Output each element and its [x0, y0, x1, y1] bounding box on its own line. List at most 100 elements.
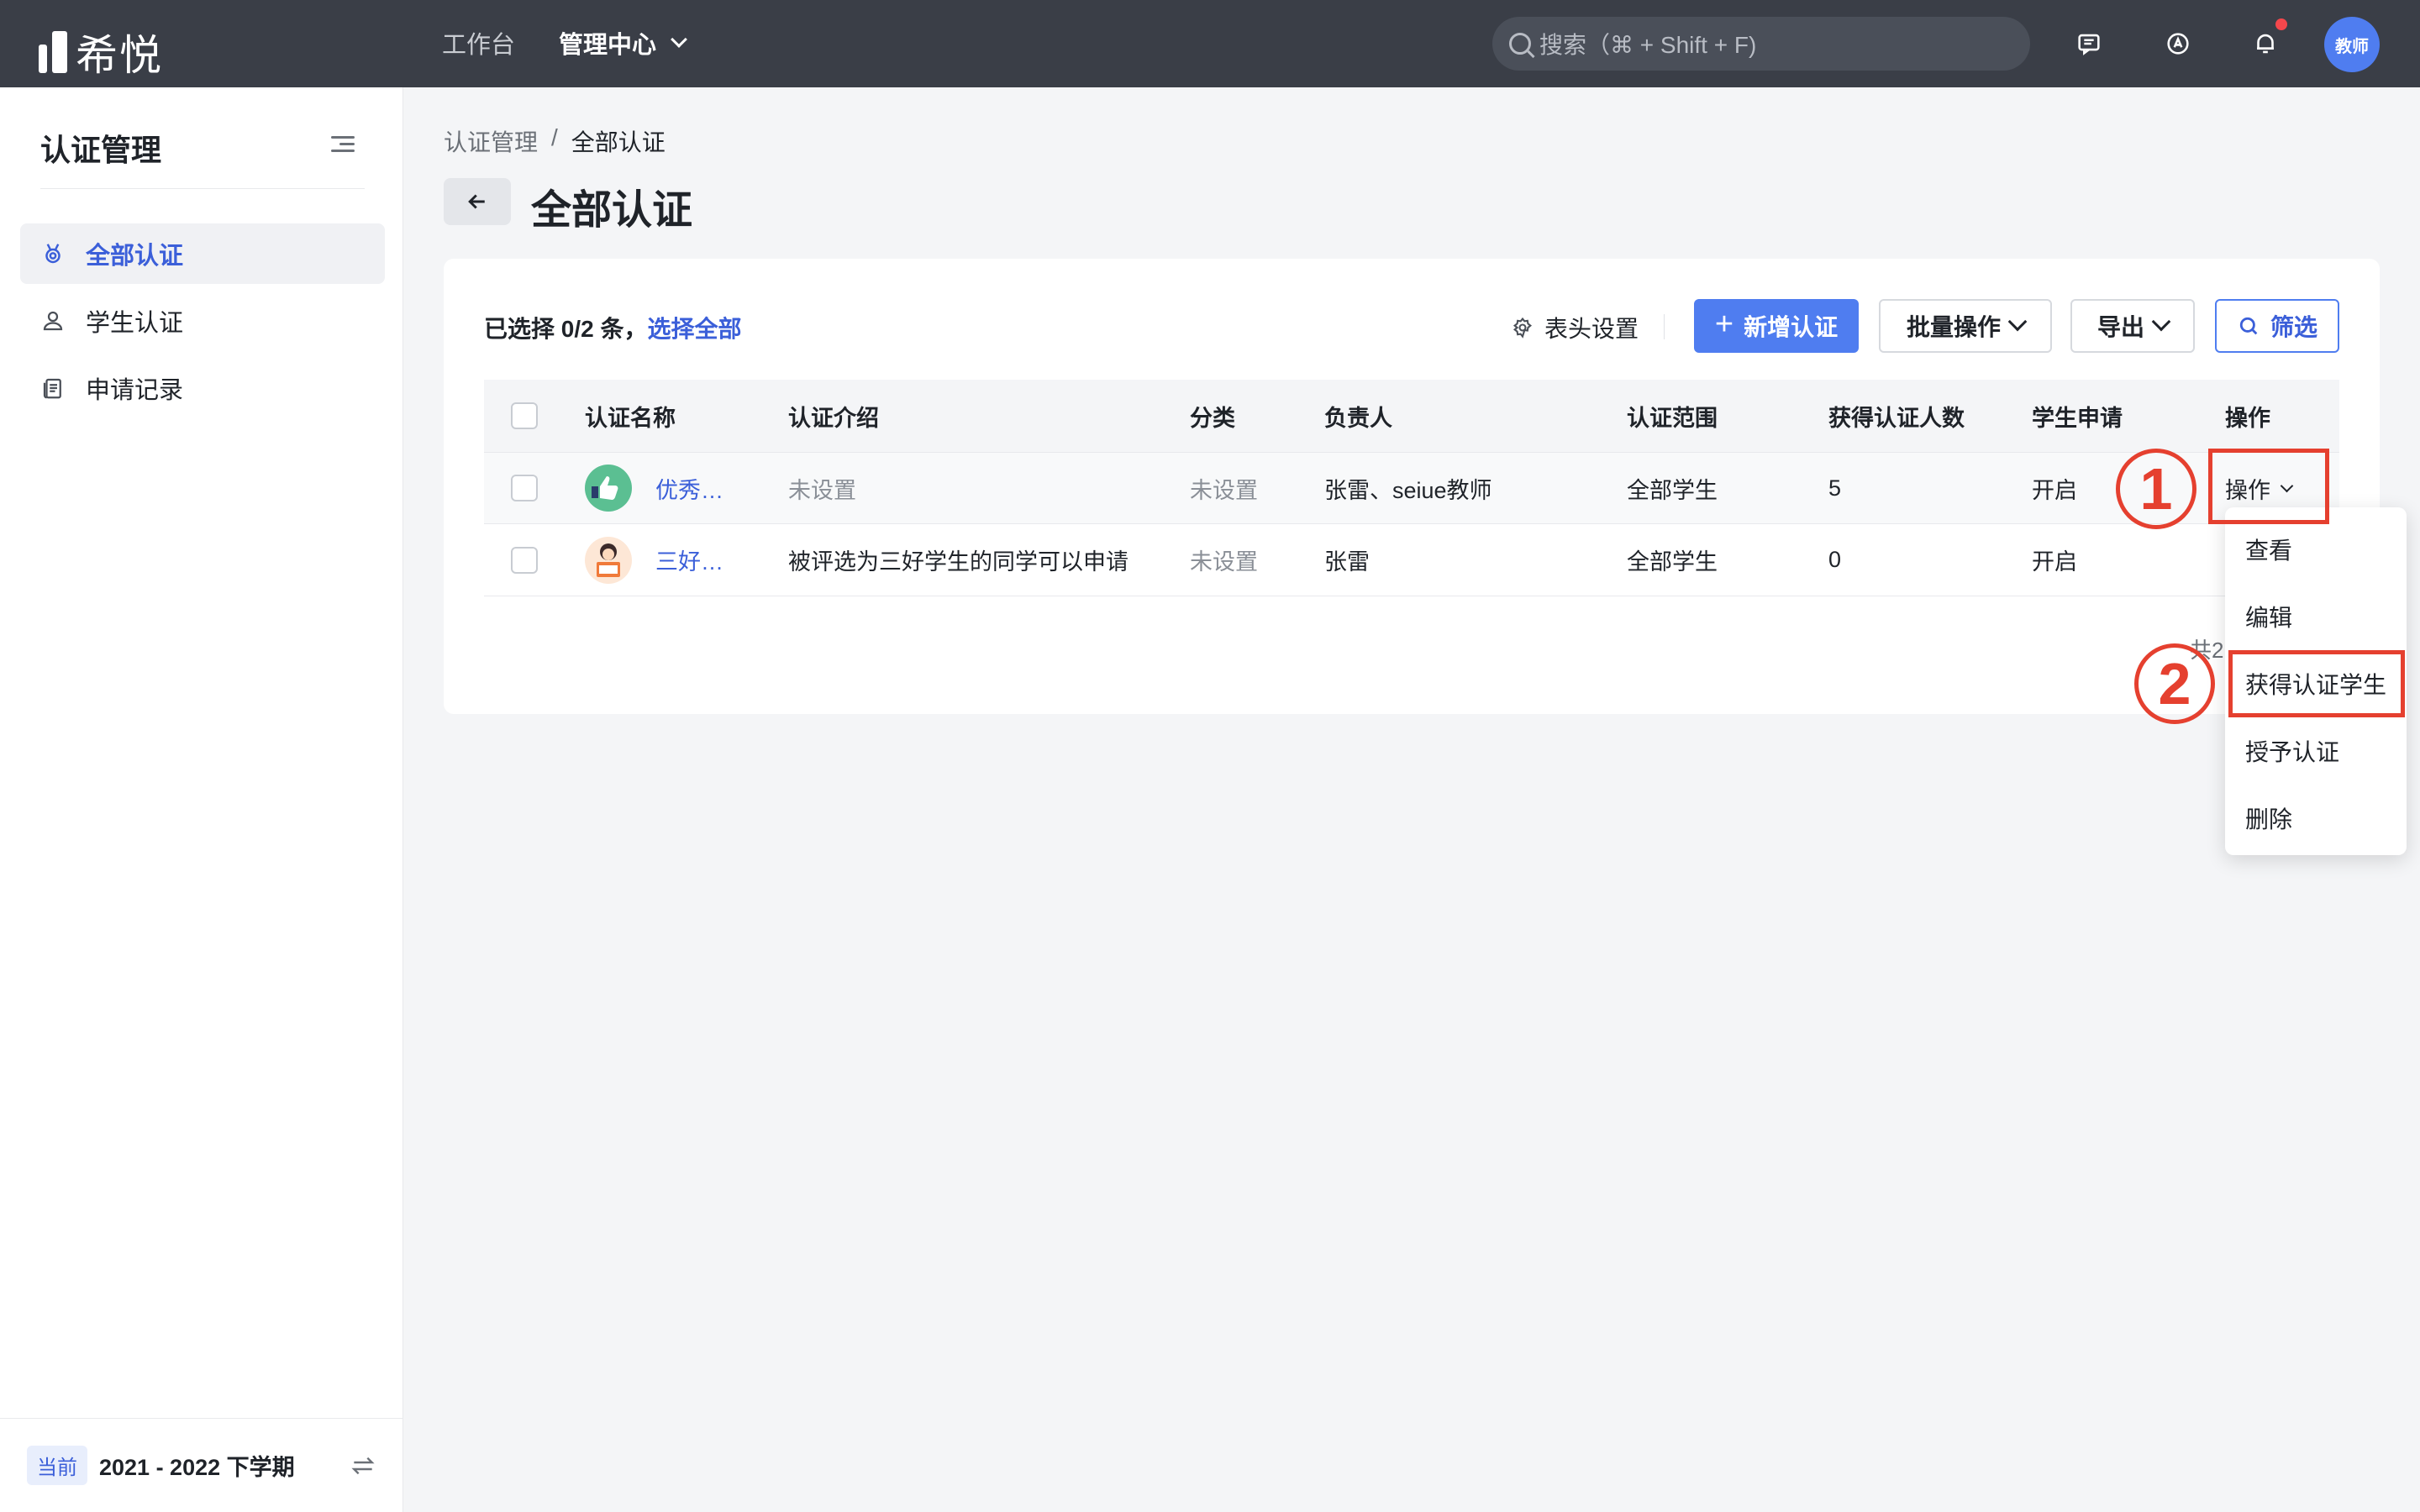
- bell-icon[interactable]: [2245, 18, 2287, 64]
- col-header-operation: 操作: [2225, 405, 2270, 431]
- cert-apply-status: 开启: [2032, 477, 2077, 503]
- user-icon: [43, 311, 63, 331]
- student-badge-icon: [585, 536, 632, 584]
- cert-count: 0: [1828, 547, 1842, 572]
- menu-item-edit[interactable]: 编辑: [2245, 600, 2292, 633]
- cert-owner: 张雷: [1324, 549, 1370, 575]
- cert-intro: 未设置: [788, 477, 856, 503]
- selection-info: 已选择 0/2 条，选择全部: [484, 311, 742, 344]
- medal-icon: [45, 244, 60, 264]
- cert-scope: 全部学生: [1627, 549, 1718, 575]
- switch-icon[interactable]: [350, 1452, 376, 1479]
- arrow-left-icon: [468, 194, 485, 209]
- selection-count: 已选择 0/2 条，: [484, 316, 648, 342]
- batch-operation-label: 批量操作: [1906, 314, 2001, 340]
- breadcrumb-current: 全部认证: [571, 129, 666, 155]
- top-bar: 希悦 工作台 管理中心 搜索（⌘ + Shift + F) 教师: [0, 0, 2420, 87]
- thumbs-up-badge-icon: [585, 465, 632, 512]
- cert-table: 认证名称 认证介绍 分类 负责人 认证范围 获得认证人数 学生申请 操作 优秀……: [484, 380, 2339, 596]
- col-header-intro: 认证介绍: [788, 405, 879, 431]
- sidebar-item-label: 全部认证: [86, 243, 184, 270]
- batch-operation-button[interactable]: 批量操作: [1879, 299, 2052, 353]
- step-2-marker: 2: [2134, 643, 2215, 724]
- plus-icon: +: [1714, 307, 1734, 342]
- menu-item-view[interactable]: 查看: [2245, 533, 2292, 566]
- step-1-marker: 1: [2116, 449, 2196, 529]
- cert-list-card: 已选择 0/2 条，选择全部 表头设置 + 新增认证 批量操作 导出 筛选 认证…: [444, 259, 2380, 714]
- breadcrumb: 认证管理 / 全部认证: [444, 124, 666, 158]
- cert-intro: 被评选为三好学生的同学可以申请: [788, 549, 1128, 575]
- select-all-checkbox[interactable]: [511, 402, 538, 429]
- term-selector[interactable]: 当前 2021 - 2022 下学期: [0, 1418, 403, 1512]
- col-header-name: 认证名称: [585, 405, 676, 431]
- global-search[interactable]: 搜索（⌘ + Shift + F): [1492, 17, 2030, 71]
- table-row[interactable]: 三好… 被评选为三好学生的同学可以申请 未设置 张雷 全部学生 0 开启: [484, 524, 2339, 596]
- logo-mark-icon: [39, 31, 67, 73]
- add-cert-label: 新增认证: [1744, 314, 1839, 340]
- table-row[interactable]: 优秀… 未设置 未设置 张雷、seiue教师 全部学生 5 开启 操作: [484, 452, 2339, 524]
- menu-item-delete[interactable]: 删除: [2245, 801, 2292, 835]
- filter-label: 筛选: [2270, 314, 2317, 340]
- add-cert-button[interactable]: + 新增认证: [1694, 299, 1859, 353]
- sidebar: 认证管理 全部认证 学生认证 申请记录 当前 2021 - 2022 下学期: [0, 87, 403, 1512]
- filter-button[interactable]: 筛选: [2215, 299, 2339, 353]
- header-settings-label: 表头设置: [1544, 316, 1639, 342]
- breadcrumb-separator: /: [551, 124, 558, 150]
- logo-text: 希悦: [76, 32, 163, 79]
- logo[interactable]: 希悦: [39, 22, 163, 82]
- cert-category: 未设置: [1190, 477, 1258, 503]
- sidebar-divider: [40, 188, 365, 189]
- toolbar-divider: [1664, 314, 1665, 339]
- cert-name-link[interactable]: 优秀…: [655, 472, 723, 505]
- top-nav: 工作台 管理中心: [442, 25, 687, 60]
- cert-category: 未设置: [1190, 549, 1258, 575]
- export-label: 导出: [2096, 314, 2144, 340]
- avatar[interactable]: 教师: [2324, 17, 2380, 72]
- app-store-icon[interactable]: [2158, 24, 2198, 64]
- nav-admin-center-label: 管理中心: [559, 32, 657, 59]
- current-term-tag: 当前: [27, 1446, 87, 1485]
- cert-name-link[interactable]: 三好…: [655, 543, 723, 576]
- sidebar-item-label: 学生认证: [86, 310, 184, 337]
- menu-item-grant-cert[interactable]: 授予认证: [2245, 734, 2339, 768]
- message-icon[interactable]: [2069, 24, 2109, 64]
- search-icon: [2239, 317, 2258, 335]
- export-button[interactable]: 导出: [2070, 299, 2195, 353]
- page-title: 全部认证: [531, 188, 693, 233]
- col-header-category: 分类: [1190, 405, 1235, 431]
- table-header: 认证名称 认证介绍 分类 负责人 认证范围 获得认证人数 学生申请 操作: [484, 380, 2339, 452]
- highlight-box-operation: [2208, 449, 2329, 524]
- document-icon: [43, 378, 61, 399]
- col-header-count: 获得认证人数: [1828, 405, 1965, 431]
- row-checkbox[interactable]: [511, 546, 538, 574]
- sidebar-item-label: 申请记录: [86, 377, 184, 404]
- sidebar-item-all-certs[interactable]: 全部认证: [20, 223, 385, 284]
- gear-icon: [1512, 317, 1533, 339]
- breadcrumb-parent[interactable]: 认证管理: [444, 124, 538, 158]
- back-button[interactable]: [444, 178, 511, 225]
- header-settings-button[interactable]: 表头设置: [1511, 311, 1639, 344]
- cert-owner: 张雷、seiue教师: [1324, 477, 1492, 503]
- col-header-owner: 负责人: [1324, 405, 1392, 431]
- notification-badge: [2275, 18, 2287, 30]
- collapse-sidebar-icon[interactable]: [331, 134, 355, 155]
- search-placeholder: 搜索（⌘ + Shift + F): [1539, 32, 1757, 58]
- highlight-box-certified-students: [2228, 650, 2405, 717]
- cert-count: 5: [1828, 475, 1842, 501]
- chevron-down-icon: [2151, 312, 2171, 332]
- nav-workbench[interactable]: 工作台: [442, 25, 515, 60]
- search-icon: [1509, 33, 1531, 55]
- sidebar-item-apply-records[interactable]: 申请记录: [20, 358, 385, 418]
- chevron-down-icon: [671, 31, 687, 48]
- nav-admin-center[interactable]: 管理中心: [559, 25, 687, 60]
- cert-apply-status: 开启: [2032, 549, 2077, 575]
- col-header-scope: 认证范围: [1627, 405, 1718, 431]
- chevron-down-icon: [2007, 312, 2028, 332]
- row-checkbox[interactable]: [511, 475, 538, 501]
- sidebar-title: 认证管理: [40, 133, 162, 167]
- select-all-link[interactable]: 选择全部: [647, 316, 741, 342]
- term-label: 2021 - 2022 下学期: [99, 1455, 295, 1480]
- cert-scope: 全部学生: [1627, 477, 1718, 503]
- sidebar-item-student-certs[interactable]: 学生认证: [20, 291, 385, 351]
- col-header-apply: 学生申请: [2032, 405, 2123, 431]
